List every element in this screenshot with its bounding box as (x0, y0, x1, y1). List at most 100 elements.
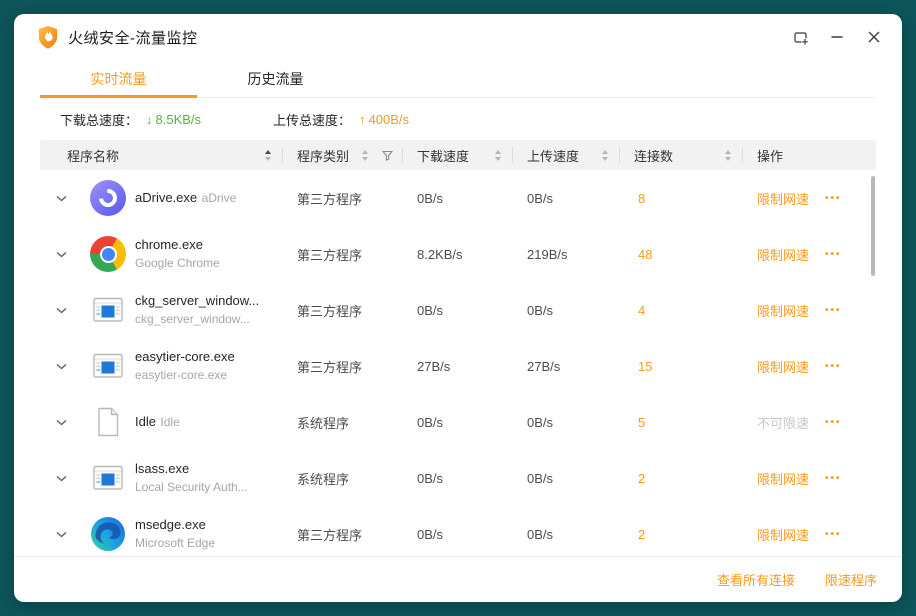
table-row: lsass.exe Local Security Auth... 系统程序 0B… (40, 450, 876, 506)
upload-speed: 0B/s (513, 415, 620, 430)
close-button[interactable] (860, 23, 888, 51)
footer: 查看所有连接 限速程序 (14, 556, 902, 602)
actions-cell: 限制网速 ••• (743, 301, 876, 320)
chevron-down-icon[interactable] (55, 360, 67, 372)
program-category: 第三方程序 (283, 189, 403, 208)
actions-cell: 不可限速 ••• (743, 413, 876, 432)
table-row: msedge.exe Microsoft Edge 第三方程序 0B/s 0B/… (40, 506, 876, 556)
minimize-icon (830, 30, 844, 44)
limit-speed-link[interactable]: 限制网速 (757, 245, 809, 264)
window-controls (786, 23, 888, 51)
chevron-down-icon[interactable] (55, 304, 67, 316)
filter-funnel-icon[interactable] (382, 150, 393, 161)
download-total: 下载总速度： ↓ 8.5KB/s (60, 110, 201, 129)
actions-cell: 限制网速 ••• (743, 469, 876, 488)
window-title: 火绒安全-流量监控 (68, 27, 198, 48)
upload-total-value: 400B/s (369, 112, 409, 127)
sort-icon[interactable] (602, 150, 608, 161)
connection-count: 2 (620, 471, 743, 486)
download-speed: 0B/s (403, 415, 513, 430)
generic-app-icon (90, 292, 126, 328)
program-name-cell: chrome.exe Google Chrome (40, 236, 283, 272)
download-speed: 0B/s (403, 303, 513, 318)
column-header-actions: 操作 (743, 140, 876, 170)
upload-speed: 27B/s (513, 359, 620, 374)
table-row: aDrive.exe aDrive 第三方程序 0B/s 0B/s 8 限制网速… (40, 170, 876, 226)
chevron-down-icon[interactable] (55, 528, 67, 540)
tab-history-traffic[interactable]: 历史流量 (197, 60, 354, 97)
view-all-connections-link[interactable]: 查看所有连接 (717, 570, 795, 589)
column-header-upload-speed[interactable]: 上传速度 (513, 140, 620, 170)
column-header-download-speed[interactable]: 下载速度 (403, 140, 513, 170)
sort-icon[interactable] (725, 150, 731, 161)
process-name: chrome.exe (135, 237, 203, 252)
more-actions-button[interactable]: ••• (825, 417, 842, 428)
upload-speed: 0B/s (513, 191, 620, 206)
connection-count: 8 (620, 191, 743, 206)
minimize-button[interactable] (823, 23, 851, 51)
actions-cell: 限制网速 ••• (743, 245, 876, 264)
adrive-icon (90, 180, 126, 216)
table-row: ckg_server_window... ckg_server_window..… (40, 282, 876, 338)
sort-icon[interactable] (265, 150, 271, 161)
connection-count: 4 (620, 303, 743, 318)
download-speed: 0B/s (403, 527, 513, 542)
program-name-cell: easytier-core.exe easytier-core.exe (40, 348, 283, 384)
program-category: 系统程序 (283, 469, 403, 488)
tab-realtime-traffic[interactable]: 实时流量 (40, 60, 197, 97)
upload-speed: 219B/s (513, 247, 620, 262)
sort-icon[interactable] (495, 150, 501, 161)
program-category: 系统程序 (283, 413, 403, 432)
limit-speed-link[interactable]: 限制网速 (757, 525, 809, 544)
more-actions-button[interactable]: ••• (825, 473, 842, 484)
process-name: easytier-core.exe (135, 349, 235, 364)
program-category: 第三方程序 (283, 357, 403, 376)
scrollbar-thumb[interactable] (871, 176, 875, 276)
program-name-cell: ckg_server_window... ckg_server_window..… (40, 292, 283, 328)
column-header-connections[interactable]: 连接数 (620, 140, 743, 170)
process-name: lsass.exe (135, 461, 189, 476)
more-actions-button[interactable]: ••• (825, 529, 842, 540)
program-name-cell: Idle Idle (40, 404, 283, 440)
process-description: aDrive (202, 191, 237, 205)
sort-icon[interactable] (362, 150, 368, 161)
upload-speed: 0B/s (513, 471, 620, 486)
download-speed: 0B/s (403, 191, 513, 206)
traffic-totals: 下载总速度： ↓ 8.5KB/s 上传总速度： ↑ 400B/s (14, 98, 902, 140)
connection-count: 2 (620, 527, 743, 542)
column-header-program-category[interactable]: 程序类别 (283, 140, 403, 170)
program-category: 第三方程序 (283, 525, 403, 544)
limit-speed-link[interactable]: 限制网速 (757, 301, 809, 320)
chevron-down-icon[interactable] (55, 248, 67, 260)
program-name-cell: lsass.exe Local Security Auth... (40, 460, 283, 496)
connection-count: 48 (620, 247, 743, 262)
feedback-button[interactable] (786, 23, 814, 51)
limit-speed-link[interactable]: 限制网速 (757, 469, 809, 488)
chevron-down-icon[interactable] (55, 472, 67, 484)
limit-programs-link[interactable]: 限速程序 (825, 570, 877, 589)
process-description: Microsoft Edge (135, 536, 215, 550)
download-total-value: 8.5KB/s (156, 112, 202, 127)
blank-document-icon (90, 404, 126, 440)
limit-speed-link[interactable]: 限制网速 (757, 189, 809, 208)
download-arrow-icon: ↓ (146, 112, 153, 127)
table-row: chrome.exe Google Chrome 第三方程序 8.2KB/s 2… (40, 226, 876, 282)
upload-speed: 0B/s (513, 527, 620, 542)
connection-count: 15 (620, 359, 743, 374)
table-row: easytier-core.exe easytier-core.exe 第三方程… (40, 338, 876, 394)
process-table: 程序名称 程序类别 下载速度 上传速度 (40, 140, 876, 556)
column-header-program-name[interactable]: 程序名称 (40, 140, 283, 170)
more-actions-button[interactable]: ••• (825, 193, 842, 204)
more-actions-button[interactable]: ••• (825, 361, 842, 372)
chevron-down-icon[interactable] (55, 416, 67, 428)
more-actions-button[interactable]: ••• (825, 305, 842, 316)
more-actions-button[interactable]: ••• (825, 249, 842, 260)
generic-app-icon (90, 460, 126, 496)
chevron-down-icon[interactable] (55, 192, 67, 204)
process-description: easytier-core.exe (135, 368, 227, 382)
download-total-label: 下载总速度： (60, 110, 138, 129)
upload-total-label: 上传总速度： (273, 110, 351, 129)
process-name: aDrive.exe (135, 190, 197, 205)
limit-speed-link[interactable]: 限制网速 (757, 357, 809, 376)
connection-count: 5 (620, 415, 743, 430)
